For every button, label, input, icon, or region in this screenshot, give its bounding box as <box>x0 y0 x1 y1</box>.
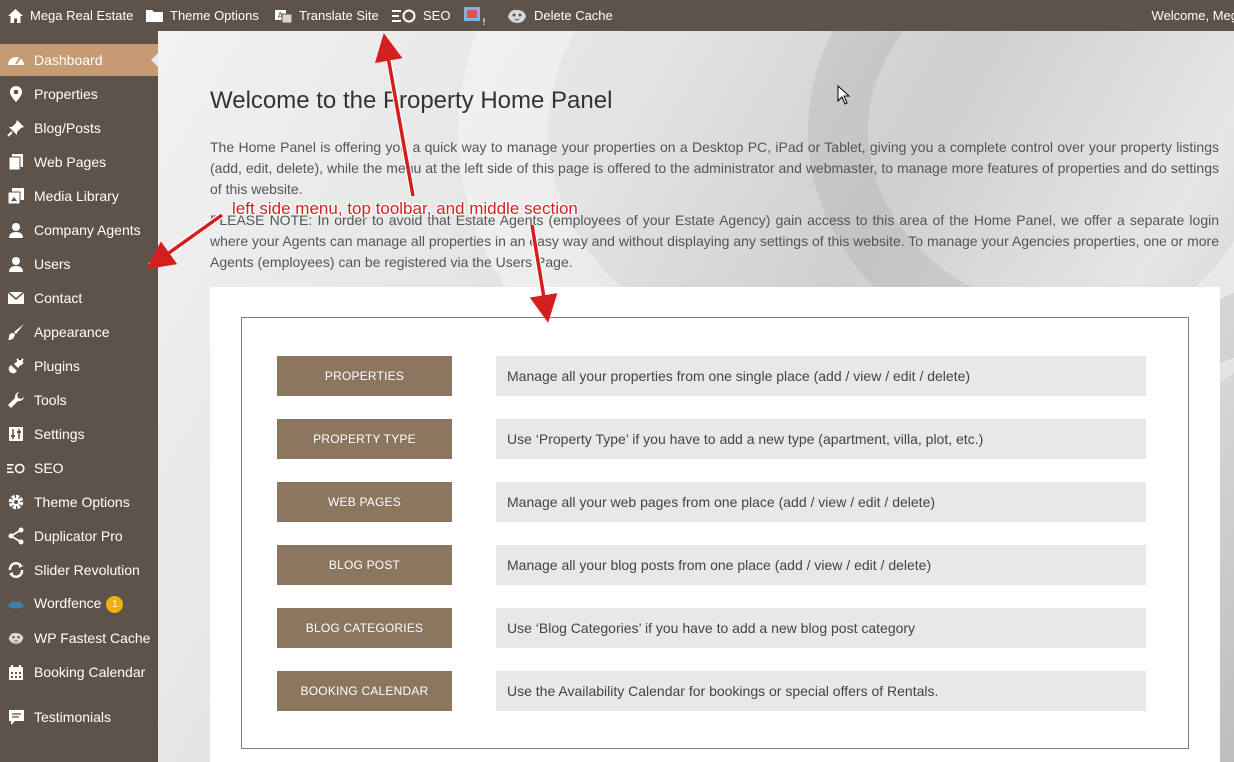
welcome-account-link[interactable]: Welcome, Meg <box>1152 0 1234 31</box>
translate-icon: A <box>275 9 293 23</box>
sidebar-item-contact[interactable]: Contact <box>0 282 158 314</box>
user-icon <box>7 221 25 239</box>
properties-description: Manage all your properties from one sing… <box>496 356 1146 396</box>
sidebar-item-appearance[interactable]: Appearance <box>0 316 158 348</box>
calendar-icon <box>7 663 25 681</box>
map-pin-icon <box>7 85 25 103</box>
folder-icon <box>146 10 163 22</box>
mouse-cursor-icon <box>837 85 851 105</box>
theme-options-label: Theme Options <box>170 8 259 23</box>
note-paragraph: PLEASE NOTE: In order to avoid that Esta… <box>210 212 1219 270</box>
home-icon <box>8 8 23 23</box>
svg-text:!: ! <box>482 17 486 27</box>
top-toolbar: Mega Real Estate Theme Options A Transla… <box>0 0 1234 31</box>
user-icon <box>7 255 25 273</box>
web-pages-description: Manage all your web pages from one place… <box>496 482 1146 522</box>
sidebar-item-booking-calendar[interactable]: Booking Calendar <box>0 656 158 688</box>
seo-icon <box>7 459 25 477</box>
booking-calendar-button[interactable]: Booking Calendar <box>277 671 452 711</box>
svg-text:A: A <box>278 11 284 20</box>
sidebar-item-company-agents[interactable]: Company Agents <box>0 214 158 246</box>
brush-icon <box>7 323 25 341</box>
sidebar-item-settings[interactable]: Settings <box>0 418 158 450</box>
dashboard-icon <box>7 51 25 69</box>
theme-options-link[interactable]: Theme Options <box>145 0 259 31</box>
sidebar-item-plugins[interactable]: Plugins <box>0 350 158 382</box>
intro-paragraph: The Home Panel is offering you a quick w… <box>210 139 1219 197</box>
notifications-link[interactable]: ! <box>461 0 488 31</box>
translate-site-link[interactable]: A Translate Site <box>274 0 379 31</box>
seo-icon <box>392 9 416 22</box>
update-count-badge: 1 <box>106 595 124 613</box>
translate-site-label: Translate Site <box>299 8 379 23</box>
pages-icon <box>7 153 25 171</box>
blog-post-description: Manage all your blog posts from one plac… <box>496 545 1146 585</box>
sidebar-item-slider-revolution[interactable]: Slider Revolution <box>0 554 158 586</box>
home-panel-box: Properties Manage all your properties fr… <box>241 317 1189 749</box>
sidebar-item-seo[interactable]: SEO <box>0 452 158 484</box>
wordfence-icon <box>7 595 25 613</box>
cheetah-icon <box>508 9 526 23</box>
properties-button[interactable]: Properties <box>277 356 452 396</box>
pin-icon <box>7 119 25 137</box>
sidebar-item-properties[interactable]: Properties <box>0 78 158 110</box>
property-type-description: Use ‘Property Type’ if you have to add a… <box>496 419 1146 459</box>
notification-icon: ! <box>464 6 486 27</box>
sidebar-item-media-library[interactable]: Media Library <box>0 180 158 212</box>
seo-link[interactable]: SEO <box>391 0 450 31</box>
comment-icon <box>7 708 25 726</box>
sidebar-item-duplicator-pro[interactable]: Duplicator Pro <box>0 520 158 552</box>
sidebar-item-blog-posts[interactable]: Blog/Posts <box>0 112 158 144</box>
sidebar-item-tools[interactable]: Tools <box>0 384 158 416</box>
property-type-button[interactable]: Property Type <box>277 419 452 459</box>
annotation-label: left side menu, top toolbar, and middle … <box>232 199 578 218</box>
cheetah-icon <box>7 629 25 647</box>
share-icon <box>7 527 25 545</box>
booking-calendar-description: Use the Availability Calendar for bookin… <box>496 671 1146 711</box>
sidebar-item-users[interactable]: Users <box>0 248 158 280</box>
blog-post-button[interactable]: Blog Post <box>277 545 452 585</box>
left-sidebar-menu: Dashboard Properties Blog/Posts Web Page… <box>0 31 158 762</box>
blog-categories-button[interactable]: Blog Categories <box>277 608 452 648</box>
sliders-icon <box>7 425 25 443</box>
refresh-icon <box>7 561 25 579</box>
wordfence-label: Wordfence <box>34 595 102 612</box>
blog-categories-description: Use ‘Blog Categories’ if you have to add… <box>496 608 1146 648</box>
gear-icon <box>7 493 25 511</box>
main-content: Welcome to the Property Home Panel The H… <box>158 31 1234 762</box>
sidebar-item-theme-options[interactable]: Theme Options <box>0 486 158 518</box>
sidebar-item-dashboard[interactable]: Dashboard <box>0 44 158 76</box>
site-name-label: Mega Real Estate <box>30 8 134 23</box>
sidebar-item-web-pages[interactable]: Web Pages <box>0 146 158 178</box>
delete-cache-link[interactable]: Delete Cache <box>506 0 613 31</box>
web-pages-button[interactable]: Web Pages <box>277 482 452 522</box>
plug-icon <box>7 357 25 375</box>
welcome-label: Welcome, Meg <box>1151 8 1234 23</box>
wrench-icon <box>7 391 25 409</box>
home-panel-card: Properties Manage all your properties fr… <box>210 287 1220 762</box>
page-title: Welcome to the Property Home Panel <box>210 87 613 114</box>
sidebar-item-testimonials[interactable]: Testimonials <box>0 701 158 733</box>
seo-label: SEO <box>423 8 451 23</box>
media-icon <box>7 187 25 205</box>
envelope-icon <box>7 289 25 307</box>
sidebar-item-wp-fastest-cache[interactable]: WP Fastest Cache <box>0 622 158 654</box>
sidebar-item-wordfence[interactable]: Wordfence 1 <box>0 588 158 620</box>
site-name-link[interactable]: Mega Real Estate <box>7 0 133 31</box>
delete-cache-label: Delete Cache <box>534 8 613 23</box>
